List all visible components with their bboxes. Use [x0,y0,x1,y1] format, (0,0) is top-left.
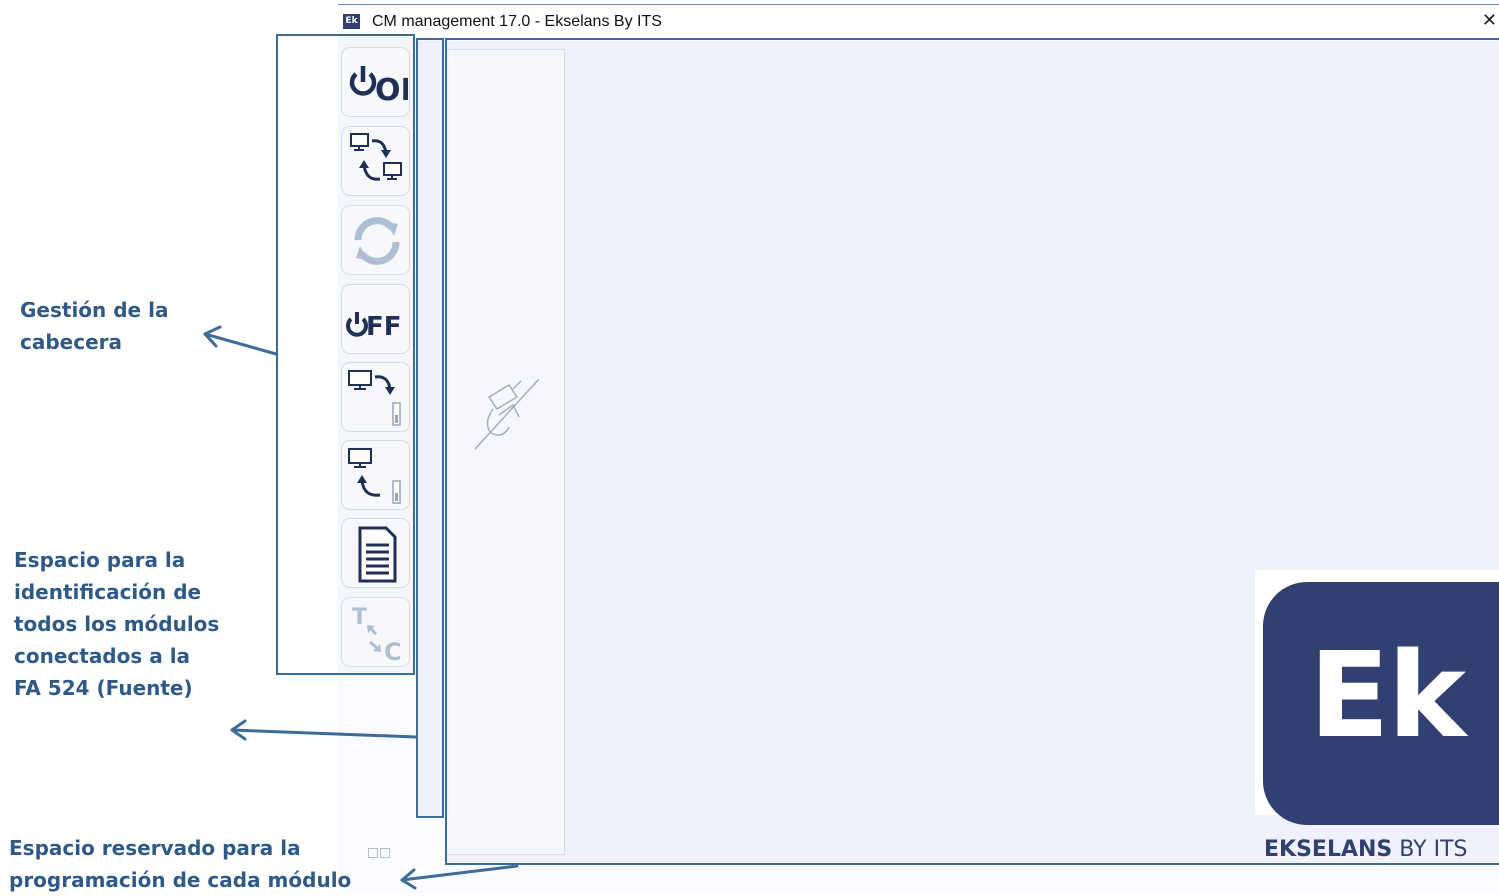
arrow-modules-identification [230,728,418,739]
arrow-module-programming [400,864,519,882]
annotation-arrows [203,325,519,890]
